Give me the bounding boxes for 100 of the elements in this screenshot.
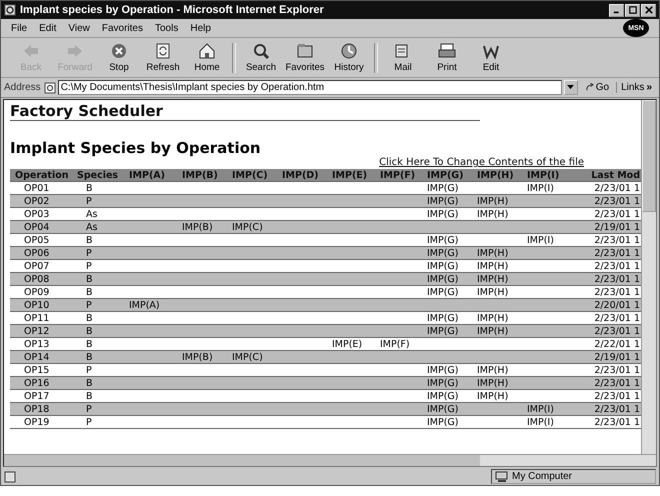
toolbar-button[interactable]: Home: [185, 40, 229, 76]
table-cell-text: IMP(B): [181, 222, 214, 232]
table-cell-text: OP06: [23, 248, 50, 258]
table-cell-text: 2/20/01 1: [593, 300, 640, 310]
table-cell-text: OP14: [23, 352, 50, 362]
vertical-scrollbar[interactable]: [641, 100, 656, 454]
toolbar-button[interactable]: History: [327, 40, 371, 76]
address-field[interactable]: C:\My Documents\Thesis\Implant species by Operation.htm: [58, 80, 562, 95]
table-cell-text: 2/19/01 1: [593, 352, 640, 362]
toolbar-button[interactable]: Refresh: [141, 40, 185, 76]
table-cell-text: OP13: [23, 338, 50, 350]
go-button[interactable]: Go: [580, 82, 614, 93]
table-cell-text: B: [85, 326, 94, 336]
change-contents-link[interactable]: Click Here To Change Contents of the file: [379, 157, 584, 168]
table-cell-text: B: [85, 234, 94, 246]
table-cell-text: IMP(G): [426, 404, 460, 414]
table-cell-text: IMP(G): [426, 312, 460, 324]
page-heading: Factory Scheduler: [10, 102, 164, 120]
table-cell-text: IMP(G): [426, 234, 460, 246]
table-cell-text: OP12: [23, 326, 50, 336]
table-cell-text: 2/23/01 1: [593, 182, 640, 194]
table-cell-text: B: [85, 338, 94, 350]
table-cell-text: IMP(H): [476, 274, 510, 284]
table-cell-text: IMP(G): [426, 248, 460, 258]
table-cell-text: IMP(H): [476, 326, 510, 336]
column-header: IMP(B): [181, 170, 219, 180]
caret-icon: [567, 85, 574, 90]
column-header: IMP(F): [379, 170, 416, 180]
column-header: Species: [76, 170, 120, 180]
table-cell-text: B: [85, 286, 94, 298]
table-cell-text: IMP(H): [476, 208, 510, 220]
table-cell-text: B: [85, 378, 94, 388]
table-cell-text: OP08: [23, 274, 50, 284]
zone-indicator: My Computer: [491, 469, 656, 484]
table-cell-text: IMP(C): [231, 222, 264, 232]
column-header: IMP(G): [426, 170, 464, 180]
table-cell-text: P: [85, 404, 93, 414]
maximize-button[interactable]: [625, 4, 640, 16]
table-cell-text: OP18: [23, 404, 50, 414]
table-cell-text: 2/23/01 1: [593, 286, 640, 298]
menu-item[interactable]: Tools: [154, 22, 178, 34]
table-cell-text: 2/22/01 1: [593, 338, 640, 350]
table-cell-text: OP17: [23, 390, 50, 402]
menu-item[interactable]: Help: [190, 22, 211, 34]
menu-item[interactable]: Edit: [39, 22, 56, 34]
table-cell-text: OP07: [23, 260, 50, 272]
table-cell-text: P: [85, 248, 93, 258]
table-cell-text: B: [85, 390, 94, 402]
toolbar-icon: [437, 42, 457, 60]
close-icon: [644, 6, 652, 14]
table-cell-text: IMP(H): [476, 260, 510, 272]
table-cell-text: OP01: [23, 182, 50, 194]
table-cell-text: 2/23/01 1: [593, 390, 640, 402]
table-cell-text: OP11: [23, 312, 50, 324]
table-cell-text: 2/23/01 1: [593, 326, 640, 336]
column-header: Operation: [14, 170, 70, 180]
close-button[interactable]: [641, 4, 656, 16]
table-cell-text: IMP(G): [426, 364, 460, 376]
page-icon: [44, 82, 56, 94]
column-header: IMP(I): [526, 170, 560, 180]
toolbar-button[interactable]: Edit: [469, 40, 513, 76]
table-cell-text: IMP(H): [476, 364, 510, 376]
toolbar-button[interactable]: Stop: [97, 40, 141, 76]
menu-item[interactable]: View: [68, 22, 90, 34]
toolbar-icon: [339, 42, 359, 60]
table-cell-text: P: [85, 300, 93, 310]
column-header: IMP(C): [231, 170, 269, 180]
table-cell-text: IMP(H): [476, 378, 510, 388]
table-cell-text: OP16: [23, 378, 50, 388]
toolbar-button[interactable]: Print: [425, 40, 469, 76]
window-title: Implant species by Operation - Microsoft Internet Explorer: [20, 4, 324, 16]
toolbar-button[interactable]: Mail: [381, 40, 425, 76]
table-cell-text: IMP(I): [526, 404, 555, 414]
page-icon: [4, 470, 16, 482]
links-button[interactable]: Links »: [616, 82, 656, 93]
horizontal-scrollbar[interactable]: [4, 454, 656, 466]
menu-item[interactable]: Favorites: [102, 22, 143, 34]
table-cell-text: As: [85, 222, 98, 232]
toolbar-button[interactable]: Search: [239, 40, 283, 76]
table-cell-text: OP19: [23, 416, 50, 428]
table-cell-text: OP15: [23, 364, 50, 376]
toolbar-button[interactable]: Favorites: [283, 40, 327, 76]
table-cell-text: IMP(I): [526, 416, 555, 428]
table-cell-text: 2/19/01 1: [593, 222, 640, 232]
table-cell-text: As: [85, 208, 98, 220]
table-cell-text: OP09: [23, 286, 50, 298]
table-cell-text: IMP(G): [426, 182, 460, 194]
minimize-button[interactable]: [609, 4, 624, 16]
table-cell-text: OP02: [23, 196, 50, 206]
table-cell-text: IMP(E): [331, 338, 364, 350]
table-cell-text: P: [85, 416, 93, 428]
dropdown-button[interactable]: [564, 80, 578, 95]
computer-icon: [495, 470, 509, 482]
menu-item[interactable]: File: [11, 22, 28, 34]
toolbar-icon: [197, 42, 217, 60]
arrow-icon: [584, 83, 594, 92]
table-cell-text: OP04: [23, 222, 50, 232]
address-label: Address: [4, 82, 41, 93]
table-cell-text: IMP(G): [426, 416, 460, 428]
table-cell-text: 2/23/01 1: [593, 364, 640, 376]
